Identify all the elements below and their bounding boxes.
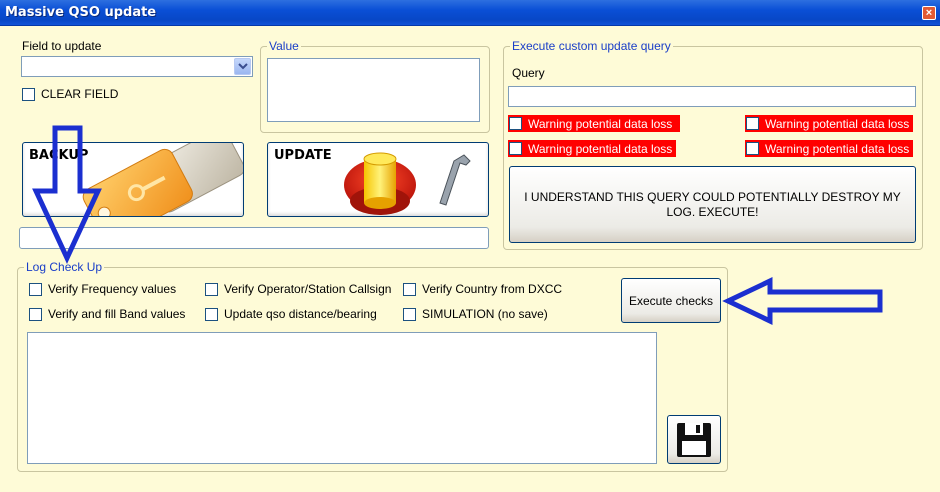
option-label: Verify Country from DXCC bbox=[422, 282, 563, 296]
save-button[interactable] bbox=[667, 415, 721, 464]
log-check-legend: Log Check Up bbox=[24, 260, 105, 274]
checkbox-box[interactable] bbox=[29, 307, 42, 321]
execute-query-label: I UNDERSTAND THIS QUERY COULD POTENTIALL… bbox=[524, 189, 901, 219]
custom-query-legend: Execute custom update query bbox=[510, 39, 673, 53]
verify-country-checkbox[interactable]: Verify Country from DXCC bbox=[403, 282, 562, 296]
title-bar: Massive QSO update × bbox=[0, 0, 940, 26]
value-legend: Value bbox=[267, 39, 301, 53]
checkbox-box[interactable] bbox=[746, 117, 759, 130]
warning-label: Warning potential data loss bbox=[765, 141, 910, 156]
checkbox-box[interactable] bbox=[22, 87, 35, 101]
verify-frequency-checkbox[interactable]: Verify Frequency values bbox=[29, 282, 176, 296]
clear-field-checkbox[interactable]: CLEAR FIELD bbox=[22, 87, 118, 101]
arrow-left-annotation bbox=[722, 277, 883, 325]
value-textbox[interactable] bbox=[267, 58, 480, 122]
status-textbox[interactable] bbox=[19, 227, 489, 249]
warning-label: Warning potential data loss bbox=[528, 116, 673, 131]
checkbox-box[interactable] bbox=[746, 142, 759, 155]
query-input[interactable] bbox=[508, 86, 916, 107]
backup-label: BACKUP bbox=[29, 148, 89, 163]
warning-checkbox-2[interactable]: Warning potential data loss bbox=[745, 115, 913, 132]
checkbox-box[interactable] bbox=[403, 282, 416, 296]
verify-band-checkbox[interactable]: Verify and fill Band values bbox=[29, 307, 185, 321]
field-to-update-select[interactable] bbox=[21, 56, 253, 77]
option-label: SIMULATION (no save) bbox=[422, 307, 548, 321]
clear-field-label: CLEAR FIELD bbox=[41, 87, 119, 101]
checkbox-box[interactable] bbox=[403, 307, 416, 321]
option-label: Verify and fill Band values bbox=[48, 307, 186, 321]
backup-button[interactable]: BACKUP bbox=[22, 142, 244, 217]
simulation-checkbox[interactable]: SIMULATION (no save) bbox=[403, 307, 548, 321]
window-title: Massive QSO update bbox=[5, 5, 157, 20]
log-output-textbox[interactable] bbox=[27, 332, 657, 464]
warning-label: Warning potential data loss bbox=[528, 141, 673, 156]
update-button[interactable]: UPDATE bbox=[267, 142, 489, 217]
warning-checkbox-1[interactable]: Warning potential data loss bbox=[508, 115, 680, 132]
execute-query-button[interactable]: I UNDERSTAND THIS QUERY COULD POTENTIALL… bbox=[509, 166, 916, 243]
verify-operator-checkbox[interactable]: Verify Operator/Station Callsign bbox=[205, 282, 391, 296]
update-label: UPDATE bbox=[274, 148, 332, 163]
option-label: Update qso distance/bearing bbox=[224, 307, 377, 321]
chevron-down-icon[interactable] bbox=[234, 58, 251, 75]
field-to-update-label: Field to update bbox=[22, 39, 102, 53]
option-label: Verify Operator/Station Callsign bbox=[224, 282, 392, 296]
checkbox-box[interactable] bbox=[205, 307, 218, 321]
window-client: Field to update CLEAR FIELD Value BACKUP… bbox=[0, 26, 940, 492]
checkbox-box[interactable] bbox=[205, 282, 218, 296]
checkbox-box[interactable] bbox=[509, 142, 522, 155]
option-label: Verify Frequency values bbox=[48, 282, 177, 296]
update-distance-checkbox[interactable]: Update qso distance/bearing bbox=[205, 307, 377, 321]
checkbox-box[interactable] bbox=[509, 117, 522, 130]
checkbox-box[interactable] bbox=[29, 282, 42, 296]
close-button[interactable]: × bbox=[922, 6, 936, 20]
query-label: Query bbox=[512, 66, 545, 80]
execute-checks-button[interactable]: Execute checks bbox=[621, 278, 721, 323]
warning-checkbox-4[interactable]: Warning potential data loss bbox=[745, 140, 913, 157]
warning-checkbox-3[interactable]: Warning potential data loss bbox=[508, 140, 676, 157]
warning-label: Warning potential data loss bbox=[765, 116, 910, 131]
execute-checks-label: Execute checks bbox=[628, 293, 714, 308]
floppy-disk-icon bbox=[677, 422, 711, 457]
